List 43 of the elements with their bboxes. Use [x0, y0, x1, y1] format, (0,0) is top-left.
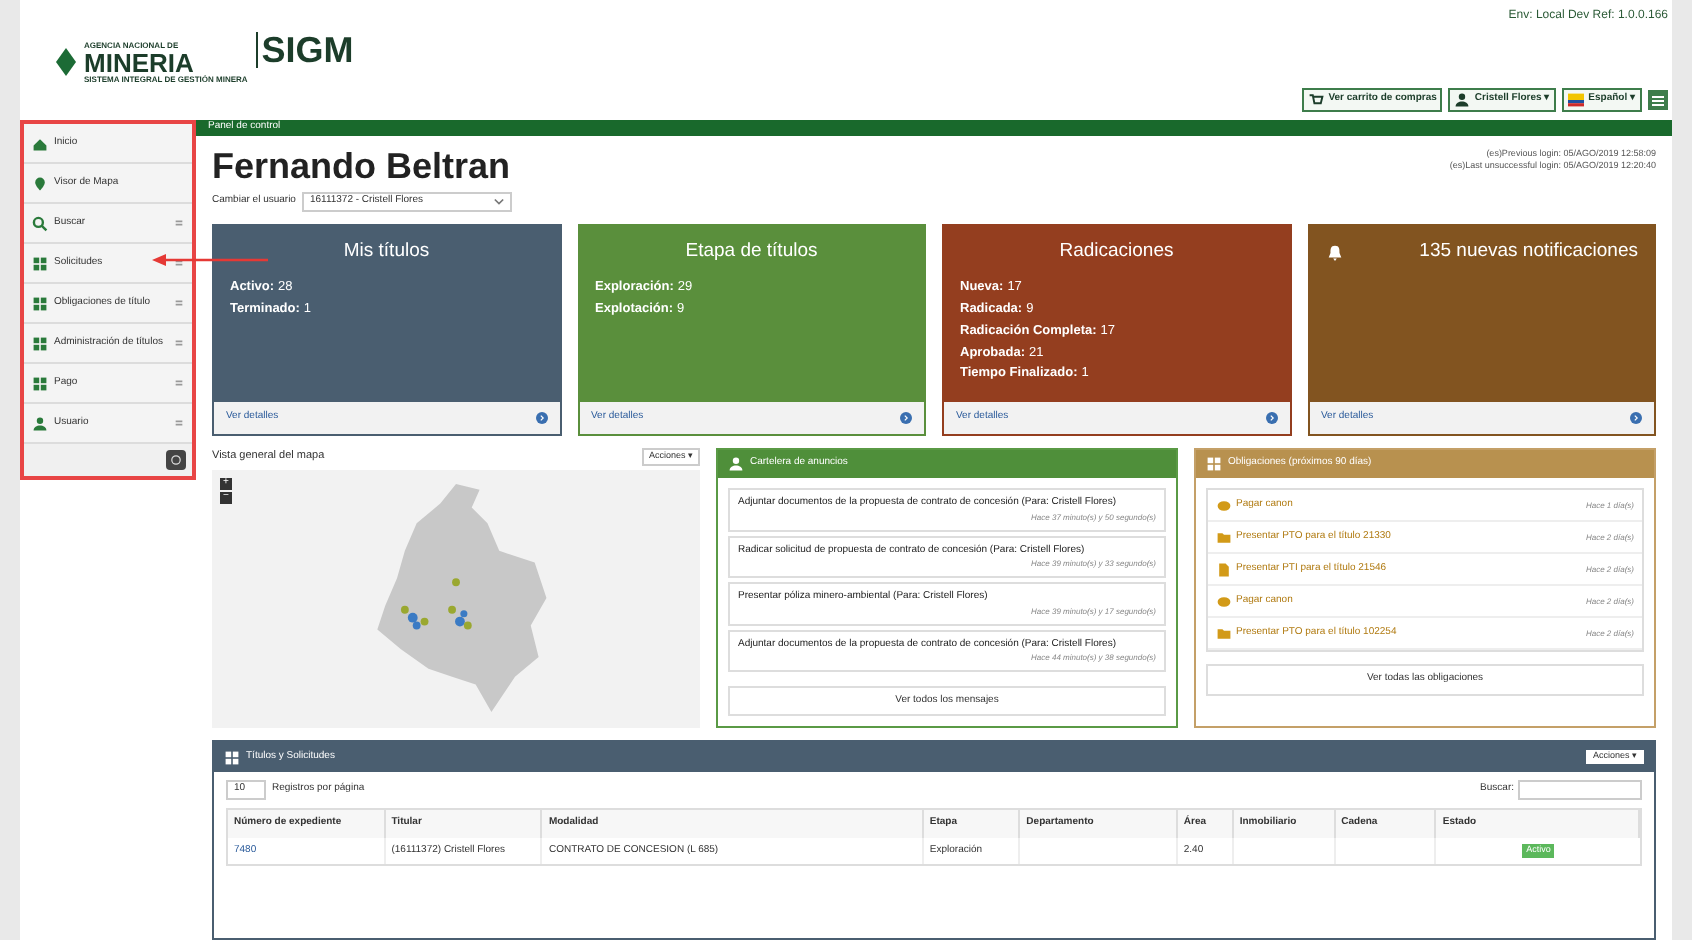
document-icon — [1216, 561, 1232, 577]
search-field[interactable] — [1518, 780, 1642, 800]
home-icon — [32, 135, 48, 151]
expand-icon — [174, 338, 184, 348]
user-icon — [1454, 92, 1471, 108]
card-title: Radicaciones — [1057, 238, 1176, 266]
menu-button[interactable] — [1648, 90, 1668, 110]
coin-icon — [1216, 593, 1232, 609]
diamond-logo-icon — [56, 48, 76, 76]
logo-name-text: MINERIA — [84, 49, 194, 75]
coin-icon — [1216, 497, 1232, 513]
arrow-circle-icon — [1630, 412, 1642, 424]
arrow-circle-icon — [900, 412, 912, 424]
search-icon — [32, 215, 48, 231]
cart-icon — [1308, 92, 1325, 108]
flag-icon — [1568, 92, 1585, 108]
card-title: 135 nuevas notificaciones — [1417, 238, 1638, 266]
user-name-heading: Fernando Beltran — [212, 143, 512, 188]
card-title: Mis títulos — [341, 238, 432, 266]
chevron-icon — [493, 198, 504, 206]
expand-icon — [174, 378, 184, 388]
folder-icon — [1216, 625, 1232, 641]
grid-icon — [32, 255, 48, 271]
grid-icon — [1206, 456, 1222, 472]
expand-icon — [174, 258, 184, 268]
expand-icon — [174, 298, 184, 308]
map-pin-icon — [32, 175, 48, 191]
arrow-circle-icon — [535, 412, 547, 424]
expand-icon — [174, 218, 184, 228]
user-icon — [32, 415, 48, 431]
pointer-arrow — [152, 252, 272, 268]
grid-icon — [32, 295, 48, 311]
arrow-circle-icon — [1265, 412, 1277, 424]
grid-icon — [32, 335, 48, 351]
collapse-button[interactable] — [166, 450, 186, 470]
grid-icon — [224, 749, 240, 765]
folder-icon — [1216, 529, 1232, 545]
card-title: Etapa de títulos — [683, 238, 820, 266]
expand-icon — [174, 418, 184, 428]
grid-icon — [32, 375, 48, 391]
user-icon — [728, 456, 744, 472]
bell-icon — [1325, 243, 1343, 262]
logo-app-text: SIGM — [255, 32, 354, 68]
